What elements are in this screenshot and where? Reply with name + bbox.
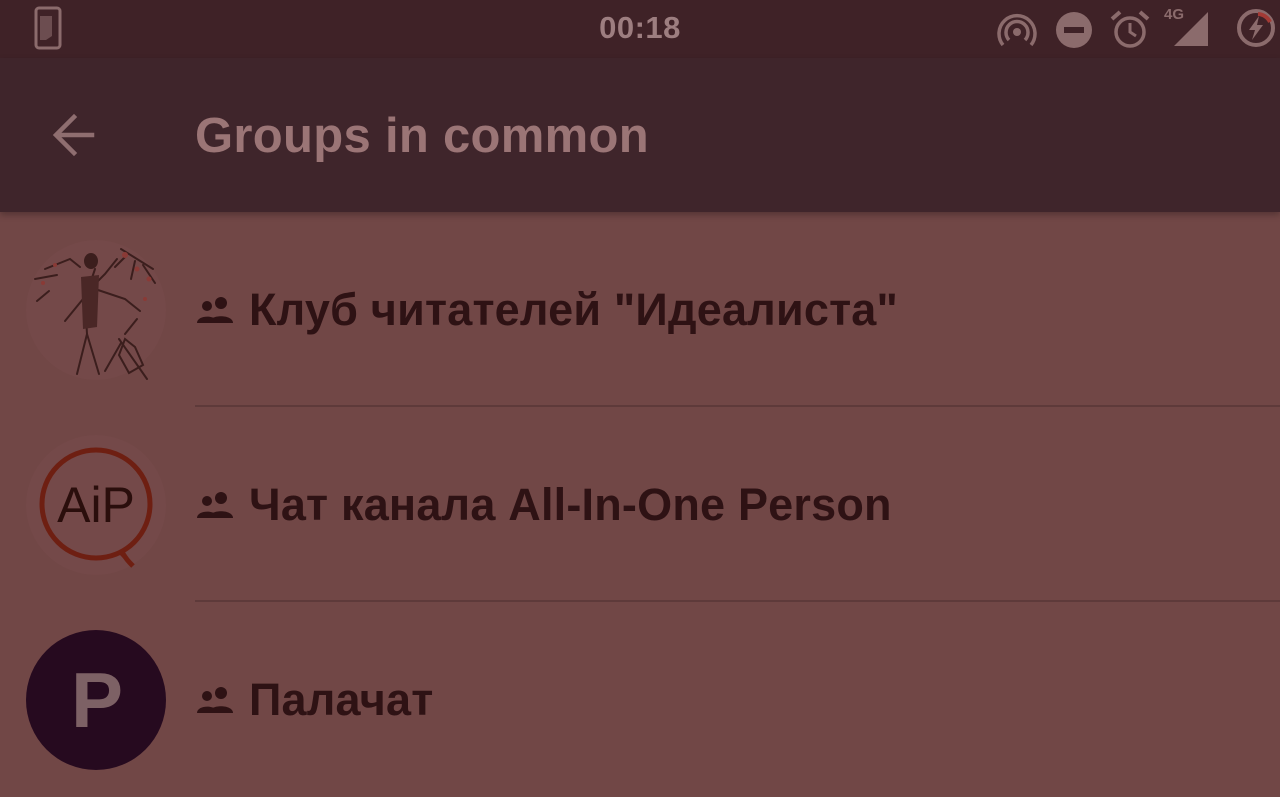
group-icon [197, 296, 233, 323]
signal-4g-icon: 4G [1162, 6, 1212, 50]
page-title: Groups in common [195, 109, 649, 163]
do-not-disturb-icon [1056, 12, 1092, 48]
battery-charging-icon [1237, 9, 1275, 47]
group-icon [197, 491, 233, 518]
aip-logo-text: AiP [57, 477, 135, 533]
alarm-icon [1110, 10, 1150, 48]
group-item[interactable]: Клуб читателей "Идеалиста" [0, 212, 1280, 407]
group-name: Палачат [249, 673, 434, 725]
group-item[interactable]: P Палачат [0, 602, 1280, 797]
groups-list: Клуб читателей "Идеалиста" AiP Чат канал… [0, 212, 1280, 797]
group-name: Клуб читателей "Идеалиста" [249, 283, 899, 335]
arrow-back-icon[interactable] [40, 103, 112, 167]
group-icon [197, 686, 233, 713]
group-avatar-illustration [26, 240, 166, 380]
group-item[interactable]: AiP Чат канала All-In-One Person [0, 407, 1280, 602]
status-bar: 00:18 4G [0, 0, 1280, 58]
group-name: Чат канала All-In-One Person [249, 478, 892, 530]
avatar-letter: P [71, 656, 123, 744]
group-avatar-aip-logo: AiP [26, 435, 166, 575]
app-bar: Groups in common [0, 58, 1280, 212]
hotspot-icon [997, 14, 1037, 47]
group-avatar-p-letter: P [26, 630, 166, 770]
